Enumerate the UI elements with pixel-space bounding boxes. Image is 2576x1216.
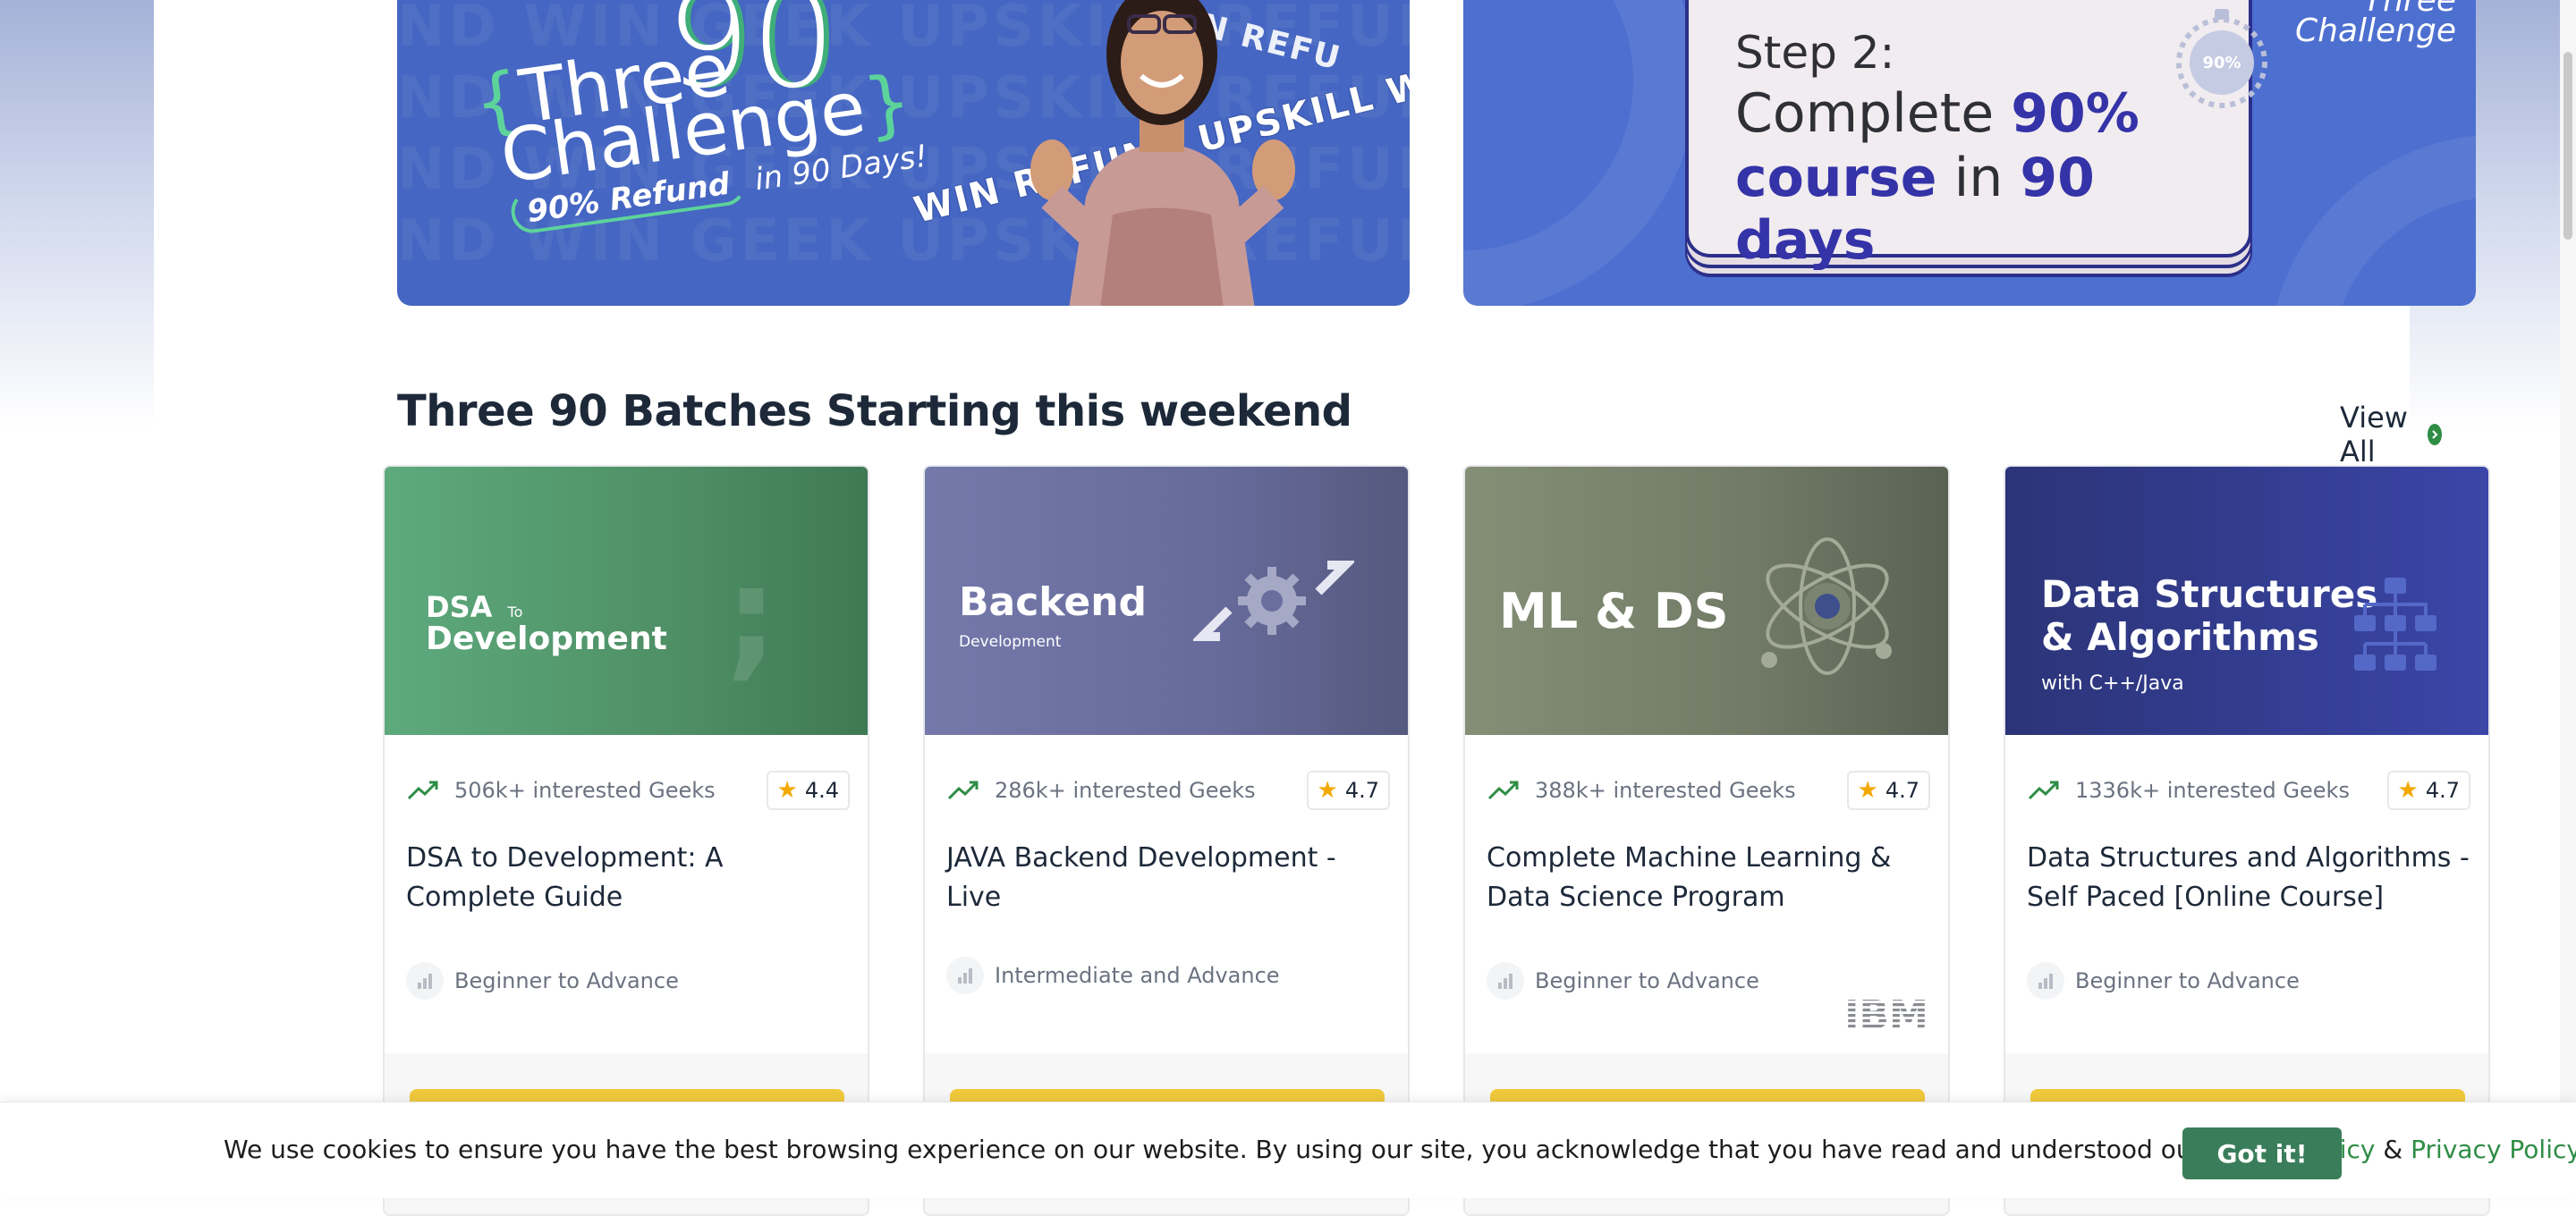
thumbnail-subtitle: Development bbox=[959, 633, 1062, 651]
card-meta: 388k+ interested Geeks ★ 4.7 bbox=[1487, 771, 1930, 810]
main-content: ND WIN GEEK UPSKILL REFUND WIN ND WIN GE… bbox=[154, 0, 2490, 1216]
stopwatch-label: 90% bbox=[2202, 54, 2241, 72]
challenge-banner[interactable]: ND WIN GEEK UPSKILL REFUND WIN ND WIN GE… bbox=[397, 0, 1410, 306]
star-icon: ★ bbox=[1857, 777, 1878, 804]
course-level: Beginner to Advance bbox=[406, 962, 679, 1000]
semicolon-icon: ; bbox=[724, 538, 778, 694]
trending-up-icon bbox=[947, 781, 979, 800]
interest-count: 1336k+ interested Geeks bbox=[2075, 778, 2350, 803]
card-meta: 1336k+ interested Geeks ★ 4.7 bbox=[2027, 771, 2470, 810]
bar-chart-icon bbox=[946, 957, 984, 994]
chevron-right-circle-icon bbox=[2427, 424, 2442, 445]
thumbnail-small-text: DSA To bbox=[426, 590, 523, 624]
view-all-link[interactable]: View All bbox=[2340, 401, 2442, 469]
cookie-consent-bar: We use cookies to ensure you have the be… bbox=[0, 1102, 2576, 1198]
course-level: Beginner to Advance bbox=[2027, 962, 2300, 1000]
thumbnail-title-line-1: Data Structures bbox=[2041, 572, 2378, 616]
scrollbar-thumb[interactable] bbox=[2563, 52, 2572, 240]
got-it-button[interactable]: Got it! bbox=[2182, 1127, 2342, 1179]
course-level: Beginner to Advance bbox=[1487, 962, 1759, 1000]
bar-chart-icon bbox=[1487, 962, 1524, 1000]
step-line-1: Complete 90% bbox=[1735, 82, 2140, 145]
thumbnail-title: Development bbox=[426, 621, 667, 657]
thumbnail-title-line-2: & Algorithms bbox=[2041, 615, 2319, 659]
rating-badge: ★ 4.4 bbox=[766, 771, 850, 810]
trending-up-icon bbox=[1487, 781, 1519, 800]
rating-badge: ★ 4.7 bbox=[1846, 771, 1930, 810]
tree-structure-icon bbox=[2354, 578, 2436, 671]
course-thumbnail: Data Structures & Algorithms with C++/Ja… bbox=[2005, 467, 2488, 735]
interest-count: 286k+ interested Geeks bbox=[995, 778, 1256, 803]
trending-up-icon bbox=[407, 781, 438, 800]
stopwatch-icon: 90% bbox=[2176, 9, 2267, 108]
interest-count: 506k+ interested Geeks bbox=[454, 778, 716, 803]
thumbnail-title: ML & DS bbox=[1499, 583, 1729, 639]
course-title[interactable]: Data Structures and Algorithms - Self Pa… bbox=[2027, 839, 2474, 917]
bar-chart-icon bbox=[2027, 962, 2064, 1000]
rating-badge: ★ 4.7 bbox=[1306, 771, 1390, 810]
section-title: Three 90 Batches Starting this weekend bbox=[397, 386, 1352, 436]
star-icon: ★ bbox=[776, 777, 798, 804]
interest-count: 388k+ interested Geeks bbox=[1535, 778, 1796, 803]
course-thumbnail: DSA To Development ; bbox=[385, 467, 868, 735]
step-banner[interactable]: Three Challenge Step 2: Complete 90% cou… bbox=[1463, 0, 2476, 306]
step-label: Step 2: bbox=[1735, 27, 1895, 79]
course-title[interactable]: Complete Machine Learning & Data Science… bbox=[1487, 839, 1934, 917]
thumbnail-subtitle: with C++/Java bbox=[2041, 672, 2184, 695]
rating-badge: ★ 4.7 bbox=[2386, 771, 2470, 810]
svg-text:IBM: IBM bbox=[1844, 992, 1928, 1032]
gear-icon bbox=[1193, 561, 1354, 641]
step-card: Step 2: Complete 90% course in 90 days 9… bbox=[1685, 0, 2267, 272]
thumbnail-title: Backend bbox=[959, 579, 1148, 625]
trending-up-icon bbox=[2028, 781, 2059, 800]
star-icon: ★ bbox=[1317, 777, 1338, 804]
card-meta: 506k+ interested Geeks ★ 4.4 bbox=[406, 771, 850, 810]
atom-icon bbox=[1761, 537, 1892, 675]
card-meta: 286k+ interested Geeks ★ 4.7 bbox=[946, 771, 1390, 810]
course-thumbnail: Backend Development bbox=[925, 467, 1408, 735]
ibm-logo: IBM bbox=[1844, 992, 1928, 1032]
decorative-arc bbox=[1463, 0, 1696, 306]
decorative-arc bbox=[2268, 134, 2476, 306]
banner-brand-corner: Three Challenge bbox=[2295, 0, 2456, 49]
star-icon: ★ bbox=[2397, 777, 2419, 804]
step-line-2: course in 90 days bbox=[1735, 147, 2095, 272]
course-thumbnail: ML & DS bbox=[1465, 467, 1948, 735]
presenter-image bbox=[1030, 0, 1295, 306]
course-title[interactable]: JAVA Backend Development - Live bbox=[946, 839, 1394, 917]
privacy-policy-link[interactable]: Privacy Policy bbox=[2411, 1135, 2576, 1164]
view-all-label: View All bbox=[2340, 401, 2408, 469]
bar-chart-icon bbox=[406, 962, 444, 1000]
course-title[interactable]: DSA to Development: A Complete Guide bbox=[406, 839, 853, 917]
course-level: Intermediate and Advance bbox=[946, 957, 1280, 994]
